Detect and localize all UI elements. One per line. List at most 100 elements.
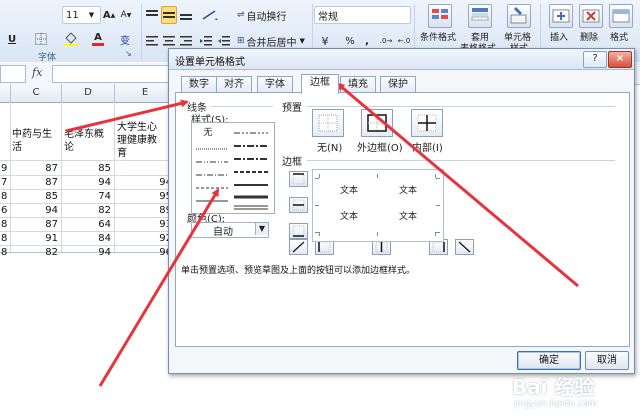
delete-label[interactable]: 删除 (580, 30, 598, 43)
fill-color-icon[interactable] (58, 30, 84, 48)
formula-input[interactable] (52, 65, 172, 83)
underline-label: U (7, 33, 17, 45)
presets-section-label: 预置 (282, 103, 302, 114)
phonetic-glyph: 变 (120, 35, 130, 47)
column-header-d[interactable]: D (62, 84, 115, 102)
table-cell[interactable]: 87 (11, 219, 58, 230)
line-styles-svg (196, 132, 268, 210)
tab-border[interactable]: 边框 (301, 74, 339, 94)
cell-styles-icon[interactable] (507, 4, 531, 28)
format-icon[interactable] (609, 4, 633, 28)
partial-cell[interactable]: 7 (1, 177, 7, 188)
table-cell[interactable]: 74 (62, 191, 111, 202)
preset-outline-button[interactable] (361, 109, 393, 137)
orientation-icon[interactable] (198, 6, 222, 24)
table-cell[interactable]: 82 (11, 247, 58, 258)
table-cell[interactable]: 94 (62, 177, 111, 188)
insert-label[interactable]: 插入 (550, 30, 568, 43)
phonetic-icon[interactable]: 变 (112, 30, 138, 48)
column-header-c[interactable]: C (11, 84, 62, 102)
partial-cell[interactable]: 8 (1, 219, 7, 230)
watermark-logo: Bai 经验 (512, 375, 595, 399)
tab-fill[interactable]: 填充 (340, 76, 376, 93)
tab-font[interactable]: 字体 (257, 76, 293, 93)
partial-cell[interactable]: 8 (1, 233, 7, 244)
grid-line (0, 160, 190, 161)
corner-tick (436, 205, 440, 206)
table-cell[interactable]: 91 (11, 233, 58, 244)
shrink-font-icon[interactable]: A ▼ (118, 6, 134, 24)
preview-text: 文本 (399, 212, 418, 222)
conditional-format-label[interactable]: 条件格式 (420, 30, 456, 43)
grow-font-icon[interactable]: A ▲ (101, 6, 117, 24)
preview-text: 文本 (340, 186, 359, 196)
corner-tick (377, 174, 378, 178)
partial-cell[interactable]: 9 (1, 163, 7, 174)
conditional-format-icon[interactable] (428, 4, 452, 28)
align-bottom-icon[interactable] (178, 6, 194, 24)
partial-cell[interactable]: 6 (1, 205, 7, 216)
align-left-icon[interactable] (144, 32, 160, 50)
table-cell[interactable]: 87 (11, 177, 58, 188)
borders-icon[interactable] (28, 30, 54, 48)
border-diagonal-up-button[interactable] (289, 239, 308, 255)
align-top-icon[interactable] (144, 6, 160, 24)
border-inside-horizontal-button[interactable] (289, 197, 308, 213)
border-preview[interactable]: 文本 文本 文本 文本 (312, 169, 444, 242)
tab-alignment[interactable]: 对齐 (216, 76, 252, 93)
column-headers: C D E (0, 84, 190, 103)
table-cell[interactable]: 89 (115, 205, 172, 216)
delete-icon[interactable] (579, 4, 603, 28)
fx-icon[interactable]: fx (32, 66, 42, 79)
table-cell[interactable]: 85 (62, 163, 111, 174)
table-cell[interactable]: 82 (62, 205, 111, 216)
chevron-down-icon[interactable]: ▼ (255, 223, 268, 235)
insert-icon[interactable] (549, 4, 573, 28)
table-cell[interactable]: 94 (11, 205, 58, 216)
number-format-select[interactable]: 常规 (314, 6, 411, 24)
border-top-button[interactable] (289, 171, 308, 187)
lines-icon (163, 12, 175, 18)
name-box[interactable] (0, 65, 26, 83)
format-as-table-icon[interactable] (468, 4, 492, 28)
table-cell[interactable]: 95 (115, 191, 172, 202)
border-diagonal-down-button[interactable] (455, 239, 474, 255)
table-cell[interactable]: 87 (11, 163, 58, 174)
column-header-b[interactable] (0, 84, 11, 102)
font-color-icon[interactable]: A (86, 30, 110, 48)
corner-tick (315, 178, 319, 179)
preset-none-button[interactable] (312, 109, 344, 137)
cancel-button[interactable]: 取消 (585, 351, 629, 370)
preset-inside-button[interactable] (411, 109, 443, 137)
header-line: 理健康教 (117, 135, 157, 146)
column-header-e[interactable]: E (115, 84, 176, 102)
table-cell[interactable]: 92 (115, 233, 172, 244)
table-cell[interactable]: 94 (115, 177, 172, 188)
table-cell[interactable]: 94 (62, 247, 111, 258)
partial-cell[interactable]: 8 (1, 247, 7, 258)
align-middle-icon[interactable] (161, 6, 177, 24)
header-cell[interactable]: 毛泽东概 论 (64, 128, 104, 154)
border-bottom-button[interactable] (289, 223, 308, 239)
header-cell[interactable]: 中药与生 活 (12, 128, 52, 154)
dialog-launcher-icon[interactable]: ↘ (125, 49, 132, 58)
dialog-titlebar[interactable]: 设置单元格格式 ? × (169, 49, 634, 70)
table-cell[interactable]: 64 (62, 219, 111, 230)
close-button[interactable]: × (608, 51, 632, 68)
partial-cell[interactable]: 8 (1, 191, 7, 202)
underline-button[interactable]: U (4, 30, 20, 48)
hint-text: 单击预置选项、预览草图及上面的按钮可以添加边框样式。 (181, 266, 416, 276)
line-style-list[interactable]: 无 (191, 122, 275, 214)
font-size-select[interactable]: 11 ▼ (62, 6, 101, 24)
table-cell[interactable]: 96 (115, 247, 172, 258)
tab-protection[interactable]: 保护 (380, 76, 416, 93)
header-cell[interactable]: 大学生心 理健康教 育 (117, 121, 157, 160)
help-button[interactable]: ? (583, 51, 607, 68)
format-label[interactable]: 格式 (610, 30, 628, 43)
tab-number[interactable]: 数字 (181, 76, 217, 93)
wrap-text-button[interactable]: ⇌ 自动换行 (236, 6, 300, 24)
ok-button[interactable]: 确定 (517, 351, 581, 370)
table-cell[interactable]: 84 (62, 233, 111, 244)
table-cell[interactable]: 85 (11, 191, 58, 202)
table-cell[interactable]: 93 (115, 219, 172, 230)
